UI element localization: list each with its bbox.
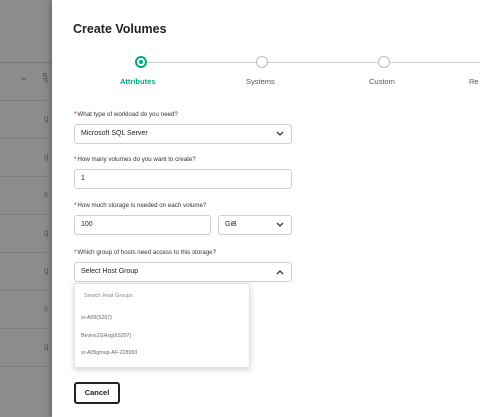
step-connector bbox=[147, 62, 256, 63]
storage-unit-select[interactable]: GiB bbox=[218, 215, 292, 235]
host-group-label: *Which group of hosts need access to thi… bbox=[74, 249, 217, 256]
step-systems-indicator bbox=[256, 56, 268, 68]
create-volumes-modal: Create Volumes Attributes Systems Custom… bbox=[52, 0, 480, 417]
background-row: s bbox=[0, 62, 60, 101]
workload-label: *What type of workload do you need? bbox=[74, 111, 178, 118]
step-review-label: Re bbox=[469, 77, 479, 86]
host-group-option[interactable]: sr-A09(S207) bbox=[81, 315, 112, 321]
host-group-dropdown: Search Host Groups sr-A09(S207) Bevins2G… bbox=[74, 283, 250, 368]
step-connector bbox=[268, 62, 378, 63]
step-attributes-label: Attributes bbox=[120, 77, 156, 86]
storage-size-label: *How much storage is needed on each volu… bbox=[74, 202, 207, 209]
step-attributes-indicator bbox=[135, 56, 147, 68]
background-row: g bbox=[0, 100, 60, 139]
workload-select[interactable]: Microsoft SQL Server bbox=[74, 124, 292, 144]
volume-count-input[interactable]: 1 bbox=[74, 169, 292, 189]
chevron-down-icon bbox=[276, 216, 284, 228]
volume-count-label: *How many volumes do you want to create? bbox=[74, 156, 196, 163]
chevron-down-icon bbox=[276, 125, 284, 137]
background-table-header: ⌄ S bbox=[0, 30, 60, 82]
cancel-button[interactable]: Cancel bbox=[74, 382, 120, 404]
host-group-option[interactable]: sr-A05group-AF-Z28993 bbox=[81, 350, 137, 356]
background-row: g bbox=[0, 328, 60, 367]
storage-size-input[interactable]: 100 bbox=[74, 215, 211, 235]
step-systems-label: Systems bbox=[246, 77, 275, 86]
host-group-search-input[interactable]: Search Host Groups bbox=[84, 293, 133, 299]
step-custom-label: Custom bbox=[369, 77, 395, 86]
step-custom-indicator bbox=[378, 56, 390, 68]
modal-title: Create Volumes bbox=[73, 22, 167, 36]
background-row: s bbox=[0, 290, 60, 329]
host-group-select[interactable]: Select Host Group bbox=[74, 262, 292, 282]
step-connector bbox=[390, 62, 480, 63]
background-row: g bbox=[0, 138, 60, 177]
chevron-up-icon bbox=[276, 263, 284, 275]
host-group-option[interactable]: Bevins2GHsg(6S207) bbox=[81, 333, 131, 339]
background-row: s bbox=[0, 176, 60, 215]
background-row: g bbox=[0, 214, 60, 253]
background-row: g bbox=[0, 252, 60, 291]
